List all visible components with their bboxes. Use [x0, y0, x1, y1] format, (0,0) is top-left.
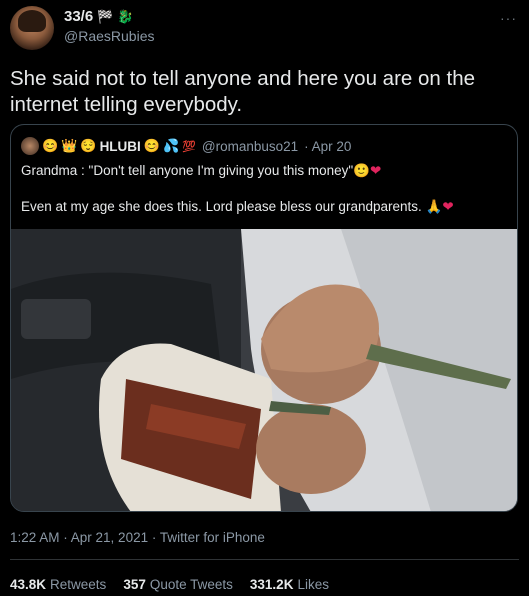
retweets-count: 43.8K [10, 577, 47, 592]
tweet-text: She said not to tell anyone and here you… [10, 67, 476, 116]
likes-stat[interactable]: 331.2K Likes [250, 577, 329, 592]
blush-emoji-icon: 😊 [143, 138, 160, 153]
quote-tweets-count: 357 [123, 577, 146, 592]
tweet-timestamp[interactable]: 1:22 AM · Apr 21, 2021 · Twitter for iPh… [10, 530, 265, 545]
dragon-icon: 🐉 [117, 8, 134, 24]
retweets-stat[interactable]: 43.8K Retweets [10, 577, 106, 592]
quoted-line-1: Grandma : "Don't tell anyone I'm giving … [21, 163, 381, 179]
sweat-droplets-icon: 💦 [163, 138, 180, 153]
checkered-flag-icon: 🏁 [97, 8, 114, 24]
quoted-date: · Apr 20 [304, 138, 352, 154]
quoted-avatar [21, 137, 39, 155]
smiling-emoji-icon: 😊 [42, 138, 59, 153]
red-heart-icon: ❤ [442, 199, 454, 214]
tweet-stats: 43.8K Retweets 357 Quote Tweets 331.2K Like… [10, 577, 329, 592]
tweet-header: 33/6 🏁 🐉 @RaesRubies ··· [10, 6, 519, 56]
quoted-line-1-text: Grandma : "Don't tell anyone I'm giving … [21, 163, 354, 178]
quoted-line-2: Even at my age she does this. Lord pleas… [21, 199, 454, 215]
quoted-name: HLUBI [99, 138, 141, 154]
quoted-line-2-text: Even at my age she does this. Lord pleas… [21, 199, 422, 214]
author-display-name[interactable]: 33/6 🏁 🐉 [64, 8, 154, 25]
quoted-tweet[interactable]: 😊 👑 😌 HLUBI 😊 💦 💯 @romanbuso21 · Apr 20 … [10, 124, 518, 512]
quote-tweets-stat[interactable]: 357 Quote Tweets [123, 577, 233, 592]
retweets-label: Retweets [50, 577, 107, 592]
likes-label: Likes [297, 577, 329, 592]
quoted-handle: @romanbuso21 [201, 138, 299, 154]
red-heart-icon: ❤ [369, 163, 382, 178]
hundred-icon: 💯 [182, 140, 196, 153]
quote-tweets-label: Quote Tweets [149, 577, 233, 592]
quoted-header: 😊 👑 😌 HLUBI 😊 💦 💯 @romanbuso21 · Apr 20 [21, 137, 351, 155]
quoted-photo[interactable] [11, 229, 517, 511]
author-avatar[interactable] [10, 6, 54, 50]
author-handle[interactable]: @RaesRubies [64, 28, 154, 44]
relieved-emoji-icon: 😌 [80, 138, 97, 153]
divider [10, 559, 519, 560]
crown-emoji-icon: 👑 [61, 138, 78, 153]
slight-smile-emoji-icon: 🙂 [353, 163, 370, 178]
more-options-icon[interactable]: ··· [500, 10, 517, 26]
display-name-text: 33/6 [64, 8, 94, 25]
photo-illustration [11, 229, 517, 511]
author-names: 33/6 🏁 🐉 @RaesRubies [64, 8, 154, 44]
praying-hands-icon: 🙏 [425, 199, 443, 214]
likes-count: 331.2K [249, 577, 294, 592]
